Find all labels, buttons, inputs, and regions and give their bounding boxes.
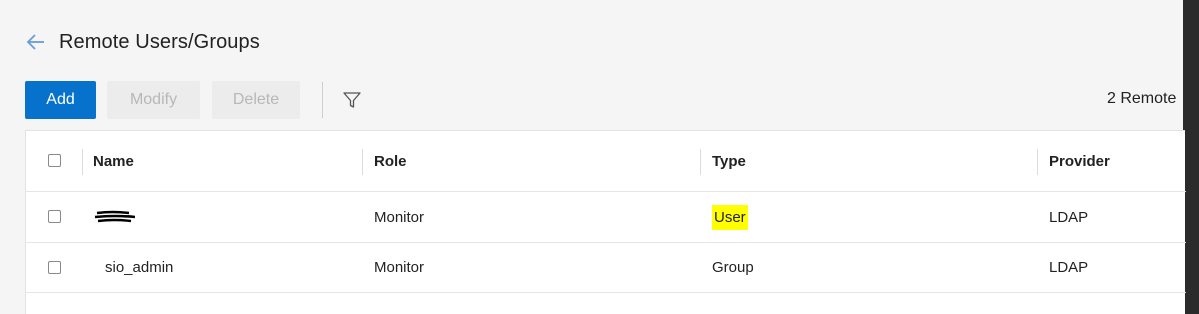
type-cell: User <box>712 192 748 242</box>
redaction-scribble <box>94 210 135 223</box>
arrow-left-icon[interactable] <box>25 31 47 53</box>
provider-cell: LDAP <box>1049 208 1089 226</box>
delete-button[interactable]: Delete <box>212 81 300 119</box>
result-count: 2 Remote <box>1107 90 1177 107</box>
users-table: Name Role Type Provider Monitor User LDA… <box>25 130 1186 314</box>
name-cell: sio_admin <box>105 259 174 276</box>
column-divider <box>362 149 363 175</box>
page-header: Remote Users/Groups <box>25 27 260 57</box>
table-row[interactable]: Monitor User LDAP <box>26 192 1186 243</box>
column-divider <box>82 149 83 175</box>
modify-button[interactable]: Modify <box>107 81 200 119</box>
role-cell: Monitor <box>374 259 425 276</box>
column-header-type[interactable]: Type <box>712 131 746 191</box>
table-row[interactable]: sio_admin Monitor Group LDAP <box>26 243 1186 293</box>
column-header-role[interactable]: Role <box>374 131 407 191</box>
table-header-row: Name Role Type Provider <box>26 131 1186 192</box>
column-divider <box>1037 149 1038 175</box>
page-title: Remote Users/Groups <box>59 30 260 53</box>
add-button[interactable]: Add <box>25 81 96 119</box>
type-cell: Group <box>712 259 754 276</box>
toolbar-divider <box>322 82 323 118</box>
column-header-name[interactable]: Name <box>93 131 134 191</box>
column-header-provider[interactable]: Provider <box>1049 131 1110 191</box>
row-checkbox[interactable] <box>48 260 61 274</box>
redacted-name <box>93 192 135 242</box>
role-cell: Monitor <box>374 208 425 226</box>
provider-cell: LDAP <box>1049 259 1089 276</box>
select-all-checkbox[interactable] <box>48 154 61 167</box>
filter-icon[interactable] <box>342 90 362 110</box>
toolbar: Add Modify Delete <box>25 80 362 120</box>
column-divider <box>700 149 701 175</box>
row-checkbox[interactable] <box>48 210 61 223</box>
type-highlight: User <box>712 204 748 230</box>
